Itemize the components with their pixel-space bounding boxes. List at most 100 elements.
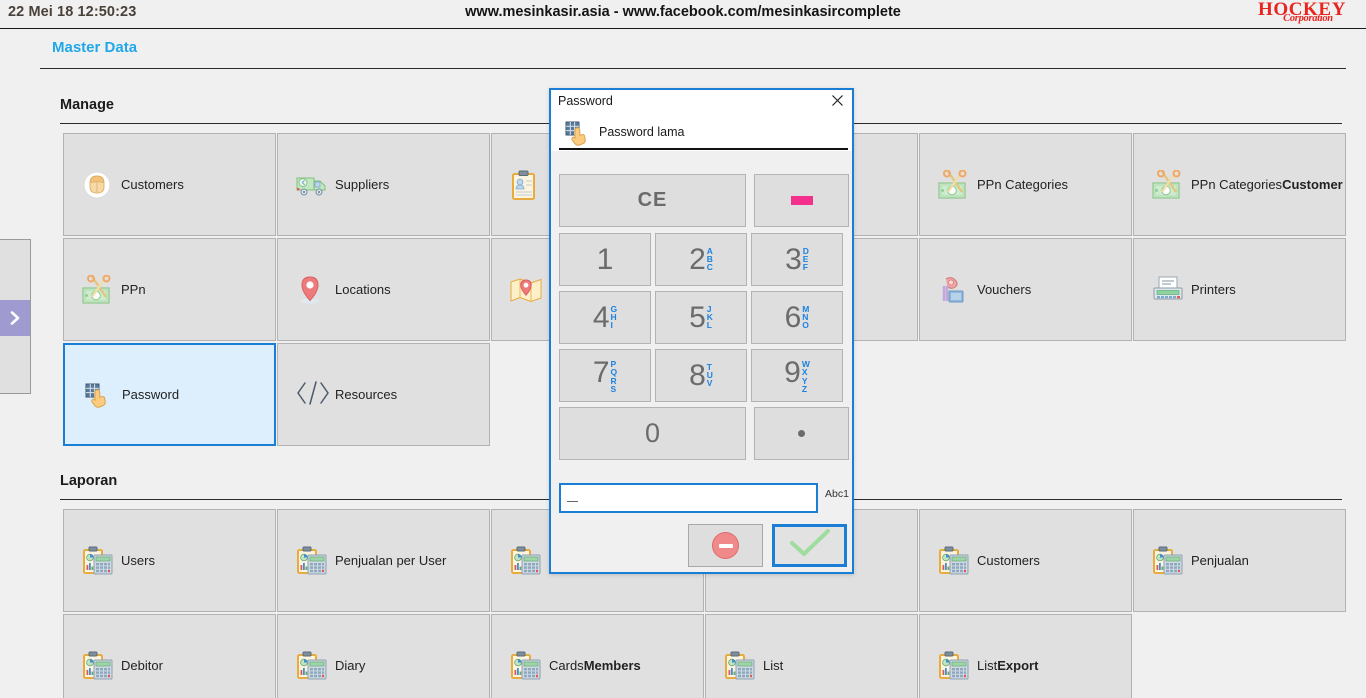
key-8[interactable]: 8TUV — [655, 349, 747, 402]
tile-label: PPn — [121, 282, 146, 297]
key-4[interactable]: 4GHI — [559, 291, 651, 344]
printer-icon — [1152, 275, 1183, 305]
clipboard-person-icon — [510, 170, 540, 200]
minus-icon — [790, 196, 813, 205]
tile-penjualan-per-user[interactable]: Penjualan per User — [277, 509, 490, 612]
keypad-hand-icon — [563, 118, 593, 148]
tab-master-data-label: Master Data — [52, 39, 138, 56]
tile-label: Penjualan per User — [335, 553, 447, 568]
truck-icon — [296, 170, 326, 200]
tile-users[interactable]: Users — [63, 509, 276, 612]
key-7-letters: PQRS — [610, 358, 618, 394]
report-clipboard-icon — [82, 546, 113, 576]
money-scissors-icon — [82, 274, 112, 305]
key-0-num: 0 — [644, 418, 661, 448]
tile-printers[interactable]: Printers — [1133, 238, 1346, 341]
report-clipboard-icon — [296, 546, 327, 576]
dialog-divider — [559, 148, 848, 150]
key-6[interactable]: 6MNO — [751, 291, 843, 344]
key-9-letters: WXYZ — [801, 358, 810, 394]
cancel-button[interactable] — [688, 524, 763, 567]
money-scissors-icon — [938, 169, 968, 200]
tile-password[interactable]: Password — [63, 343, 276, 446]
dialog-field-row: Password lama — [551, 115, 852, 151]
key-ce-label: CE — [637, 189, 668, 211]
dialog-field-label: Password lama — [599, 125, 685, 139]
key-5[interactable]: 5JKL — [655, 291, 747, 344]
tile-penjualan[interactable]: Penjualan — [1133, 509, 1346, 612]
key-5-letters: JKL — [706, 303, 713, 331]
tile-label: Password — [122, 387, 180, 402]
close-button[interactable] — [826, 92, 848, 113]
app-root: 22 Mei 18 12:50:23 www.mesinkasir.asia -… — [0, 0, 1366, 698]
key-6-letters: MNO — [802, 303, 810, 331]
tile-debitor[interactable]: Debitor — [63, 614, 276, 698]
tile-label: CardsMembers — [549, 658, 641, 673]
chevron-right-icon — [7, 310, 23, 326]
tab-underline — [40, 68, 1346, 69]
money-scissors-icon — [1152, 169, 1182, 200]
logo-sub-text: Corporation — [1283, 13, 1333, 24]
key-backspace[interactable] — [754, 174, 849, 227]
key-0[interactable]: 0 — [559, 407, 746, 460]
tile-ppn-categories[interactable]: PPn CategoriesCustomer — [1133, 133, 1346, 236]
voucher-icon — [938, 275, 968, 305]
tile-label: Locations — [335, 282, 391, 297]
checkmark-icon — [788, 528, 832, 563]
tile-label: PPn Categories — [977, 177, 1069, 192]
dialog-titlebar: Password — [551, 90, 852, 115]
website-banner: www.mesinkasir.asia - www.facebook.com/m… — [465, 4, 901, 20]
key-1-num: 1 — [596, 242, 614, 276]
top-bar: 22 Mei 18 12:50:23 www.mesinkasir.asia -… — [0, 0, 1366, 28]
section-title-laporan: Laporan — [60, 473, 118, 489]
close-icon — [831, 94, 844, 112]
key-5-num: 5 — [689, 300, 706, 334]
tile-list[interactable]: List — [705, 614, 918, 698]
tile-label: ListExport — [977, 658, 1039, 673]
tile-ppn[interactable]: PPn — [63, 238, 276, 341]
key-2-letters: ABC — [706, 245, 713, 273]
password-input[interactable] — [559, 483, 818, 513]
tile-diary[interactable]: Diary — [277, 614, 490, 698]
key-9-num: 9 — [784, 355, 801, 389]
user-avatar-icon — [82, 170, 112, 200]
tile-label: Vouchers — [977, 282, 1032, 297]
nav-expand-button[interactable] — [0, 300, 30, 336]
hockey-logo: HOCKEY Corporation — [1238, 0, 1360, 28]
tile-cards[interactable]: CardsMembers — [491, 614, 704, 698]
tile-label: Diary — [335, 658, 366, 673]
tile-vouchers[interactable]: Vouchers — [919, 238, 1132, 341]
confirm-button[interactable] — [772, 524, 847, 567]
tile-label: Resources — [335, 387, 398, 402]
tile-locations[interactable]: Locations — [277, 238, 490, 341]
key-3[interactable]: 3DEF — [751, 233, 843, 286]
key-2-num: 2 — [689, 242, 706, 276]
report-clipboard-icon — [82, 651, 113, 681]
dialog-actions — [559, 524, 849, 568]
key-ce[interactable]: CE — [559, 174, 746, 227]
key-decimal[interactable] — [754, 407, 849, 460]
key-9[interactable]: 9WXYZ — [751, 349, 843, 402]
tile-label: Penjualan — [1191, 553, 1249, 568]
report-clipboard-icon — [724, 651, 755, 681]
tile-customers[interactable]: Customers — [919, 509, 1132, 612]
tile-label: Users — [121, 553, 155, 568]
dialog-title: Password — [558, 94, 613, 108]
report-clipboard-icon — [296, 651, 327, 681]
tile-label: Debitor — [121, 658, 163, 673]
tile-ppn-categories[interactable]: PPn Categories — [919, 133, 1132, 236]
key-1[interactable]: 1 — [559, 233, 651, 286]
tile-suppliers[interactable]: Suppliers — [277, 133, 490, 236]
tile-resources[interactable]: Resources — [277, 343, 490, 446]
key-4-letters: GHI — [610, 303, 618, 331]
key-7-num: 7 — [592, 355, 610, 389]
dot-icon — [798, 430, 805, 437]
tile-list[interactable]: ListExport — [919, 614, 1132, 698]
password-input-row: Abc1 — [559, 483, 849, 515]
key-7[interactable]: 7PQRS — [559, 349, 651, 402]
tile-customers[interactable]: Customers — [63, 133, 276, 236]
key-2[interactable]: 2ABC — [655, 233, 747, 286]
key-8-num: 8 — [689, 358, 706, 392]
tab-master-data[interactable]: Master Data — [40, 29, 149, 62]
keypad-hand-icon — [83, 380, 113, 410]
